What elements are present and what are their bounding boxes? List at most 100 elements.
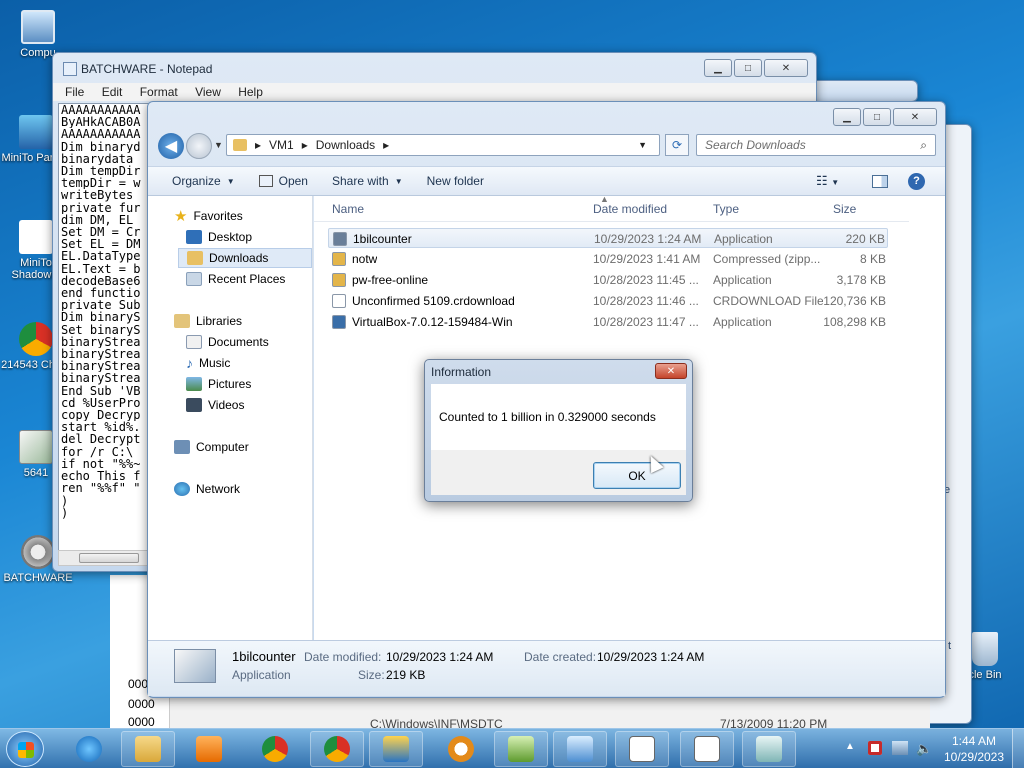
new-folder-button[interactable]: New folder bbox=[427, 174, 484, 188]
address-bar[interactable]: ▸ VM1 ▸ Downloads ▸ ▼ bbox=[226, 134, 660, 156]
refresh-button[interactable]: ⟳ bbox=[665, 134, 689, 156]
breadcrumb-vm1[interactable]: VM1 bbox=[269, 138, 294, 152]
breadcrumb-separator-icon: ▸ bbox=[255, 138, 262, 152]
show-hidden-icons-button[interactable]: ▲ bbox=[845, 741, 855, 752]
file-name: VirtualBox-7.0.12-159484-Win bbox=[352, 315, 513, 329]
scroll-thumb[interactable] bbox=[79, 553, 139, 563]
background-status-bar: C:\Windows\INF\MSDTC 7/13/2009 11:20 PM bbox=[170, 697, 930, 731]
taskbar-explorer[interactable] bbox=[121, 731, 175, 767]
computer-icon bbox=[174, 440, 190, 454]
notepad-line: copy Decryp bbox=[61, 409, 141, 422]
menu-view[interactable]: View bbox=[195, 85, 221, 99]
details-modified-value: 10/29/2023 1:24 AM bbox=[386, 650, 494, 664]
information-dialog[interactable]: Information ✕ Counted to 1 billion in 0.… bbox=[424, 359, 693, 502]
menu-edit[interactable]: Edit bbox=[102, 85, 123, 99]
taskbar-search-app[interactable] bbox=[434, 731, 488, 767]
view-options-icon[interactable]: ☷ ▼ bbox=[816, 173, 839, 189]
menu-help[interactable]: Help bbox=[238, 85, 263, 99]
file-row[interactable]: notw 10/29/2023 1:41 AM Compressed (zipp..… bbox=[328, 249, 888, 269]
breadcrumb-separator-icon: ▸ bbox=[383, 138, 390, 152]
notepad-line: ByAHkACAB0A bbox=[61, 116, 141, 129]
nav-music[interactable]: ♪ Music bbox=[186, 353, 230, 373]
notepad-line: EL.Text = b bbox=[61, 262, 141, 275]
breadcrumb-downloads[interactable]: Downloads bbox=[316, 138, 375, 152]
file-row[interactable]: VirtualBox-7.0.12-159484-Win 10/28/2023 1… bbox=[328, 312, 888, 332]
start-button[interactable] bbox=[6, 731, 44, 767]
image-file-icon bbox=[19, 430, 53, 464]
notepad-text-area[interactable]: AAAAAAAAAAA ByAHkACAB0A AAAAAAAAAAA Dim bin… bbox=[58, 103, 150, 563]
nav-desktop[interactable]: Desktop bbox=[186, 227, 252, 247]
command-bar: Organize ▼ Open Share with ▼ New folder ☷ … bbox=[148, 166, 945, 196]
nav-libraries[interactable]: Libraries bbox=[174, 311, 242, 331]
column-header-size[interactable]: Size bbox=[833, 202, 856, 216]
menu-file[interactable]: File bbox=[65, 85, 84, 99]
network-tray-icon[interactable] bbox=[892, 741, 908, 755]
minimize-button[interactable]: ▁ bbox=[704, 59, 732, 77]
search-input[interactable]: Search Downloads ⌕ bbox=[696, 134, 936, 156]
nav-videos[interactable]: Videos bbox=[186, 395, 244, 415]
nav-downloads[interactable]: Downloads bbox=[178, 248, 312, 268]
taskbar-control-panel[interactable] bbox=[553, 731, 607, 767]
taskbar-notepad-3[interactable] bbox=[742, 731, 796, 767]
back-button[interactable]: ◀ bbox=[158, 133, 184, 159]
column-header-name[interactable]: Name bbox=[332, 202, 364, 216]
notepad-line: start %id%. bbox=[61, 421, 141, 434]
taskbar-notepad-2[interactable] bbox=[680, 731, 734, 767]
taskbar-chrome-profile[interactable] bbox=[310, 731, 364, 767]
nav-pictures[interactable]: Pictures bbox=[186, 374, 251, 394]
taskbar-chrome[interactable] bbox=[248, 731, 302, 767]
action-center-icon[interactable] bbox=[868, 741, 882, 755]
search-icon: ⌕ bbox=[920, 138, 927, 152]
notepad-horizontal-scrollbar[interactable] bbox=[58, 550, 150, 566]
notepad-line: decodeBase6 bbox=[61, 274, 141, 288]
file-type: CRDOWNLOAD File bbox=[713, 294, 823, 308]
taskbar-minitool[interactable] bbox=[369, 731, 423, 767]
notepad-line: Dim binaryd bbox=[61, 140, 141, 153]
column-header-date[interactable]: Date modified bbox=[593, 202, 667, 216]
file-type: Application bbox=[713, 273, 772, 287]
nav-documents[interactable]: Documents bbox=[186, 332, 269, 352]
clock[interactable]: 1:44 AM 10/29/2023 bbox=[940, 733, 1008, 765]
share-with-button[interactable]: Share with ▼ bbox=[332, 174, 403, 188]
maximize-button[interactable]: □ bbox=[734, 59, 762, 77]
notepad-line: binaryStrea bbox=[61, 360, 141, 373]
history-dropdown-icon[interactable]: ▼ bbox=[214, 140, 223, 150]
taskbar-notepad-1[interactable] bbox=[615, 731, 669, 767]
nav-favorites[interactable]: ★ Favorites bbox=[174, 206, 243, 226]
menu-format[interactable]: Format bbox=[140, 85, 178, 99]
notepad-plus-icon bbox=[508, 736, 534, 762]
file-name: Unconfirmed 5109.crdownload bbox=[352, 294, 515, 308]
file-row[interactable]: pw-free-online 10/28/2023 11:45 ... Applic… bbox=[328, 270, 888, 290]
network-icon bbox=[174, 482, 190, 496]
organize-button[interactable]: Organize ▼ bbox=[172, 174, 235, 188]
maximize-button[interactable]: □ bbox=[863, 108, 891, 126]
taskbar-media[interactable] bbox=[182, 731, 236, 767]
address-dropdown-icon[interactable]: ▼ bbox=[638, 140, 647, 150]
notepad-line: binaryStrea bbox=[61, 348, 141, 361]
nav-computer[interactable]: Computer bbox=[174, 437, 249, 457]
dialog-close-button[interactable]: ✕ bbox=[655, 363, 687, 379]
close-button[interactable]: ✕ bbox=[893, 108, 937, 126]
minimize-button[interactable]: ▁ bbox=[833, 108, 861, 126]
file-size: 8 KB bbox=[859, 252, 886, 266]
preview-pane-icon[interactable] bbox=[872, 174, 888, 188]
volume-tray-icon[interactable]: 🔈 bbox=[916, 741, 932, 757]
close-button[interactable]: ✕ bbox=[764, 59, 808, 77]
details-file-name: 1bilcounter bbox=[232, 649, 296, 664]
notepad-icon bbox=[63, 62, 77, 76]
open-button[interactable]: Open bbox=[258, 174, 308, 188]
file-icon bbox=[332, 273, 346, 287]
taskbar-ie[interactable] bbox=[62, 731, 116, 767]
ok-button[interactable]: OK bbox=[593, 462, 681, 489]
nav-recent-places[interactable]: Recent Places bbox=[186, 269, 285, 289]
taskbar-notepadpp[interactable] bbox=[494, 731, 548, 767]
details-size-value: 219 KB bbox=[386, 668, 426, 682]
notepad-line: dim DM, EL bbox=[61, 213, 141, 227]
file-row[interactable]: 1bilcounter 10/29/2023 1:24 AM Application… bbox=[328, 228, 888, 248]
show-desktop-button[interactable] bbox=[1012, 729, 1024, 768]
nav-network[interactable]: Network bbox=[174, 479, 240, 499]
file-row[interactable]: Unconfirmed 5109.crdownload 10/28/2023 11… bbox=[328, 291, 888, 311]
help-icon[interactable]: ? bbox=[908, 172, 925, 190]
forward-button[interactable] bbox=[186, 133, 212, 159]
column-header-type[interactable]: Type bbox=[713, 202, 739, 216]
